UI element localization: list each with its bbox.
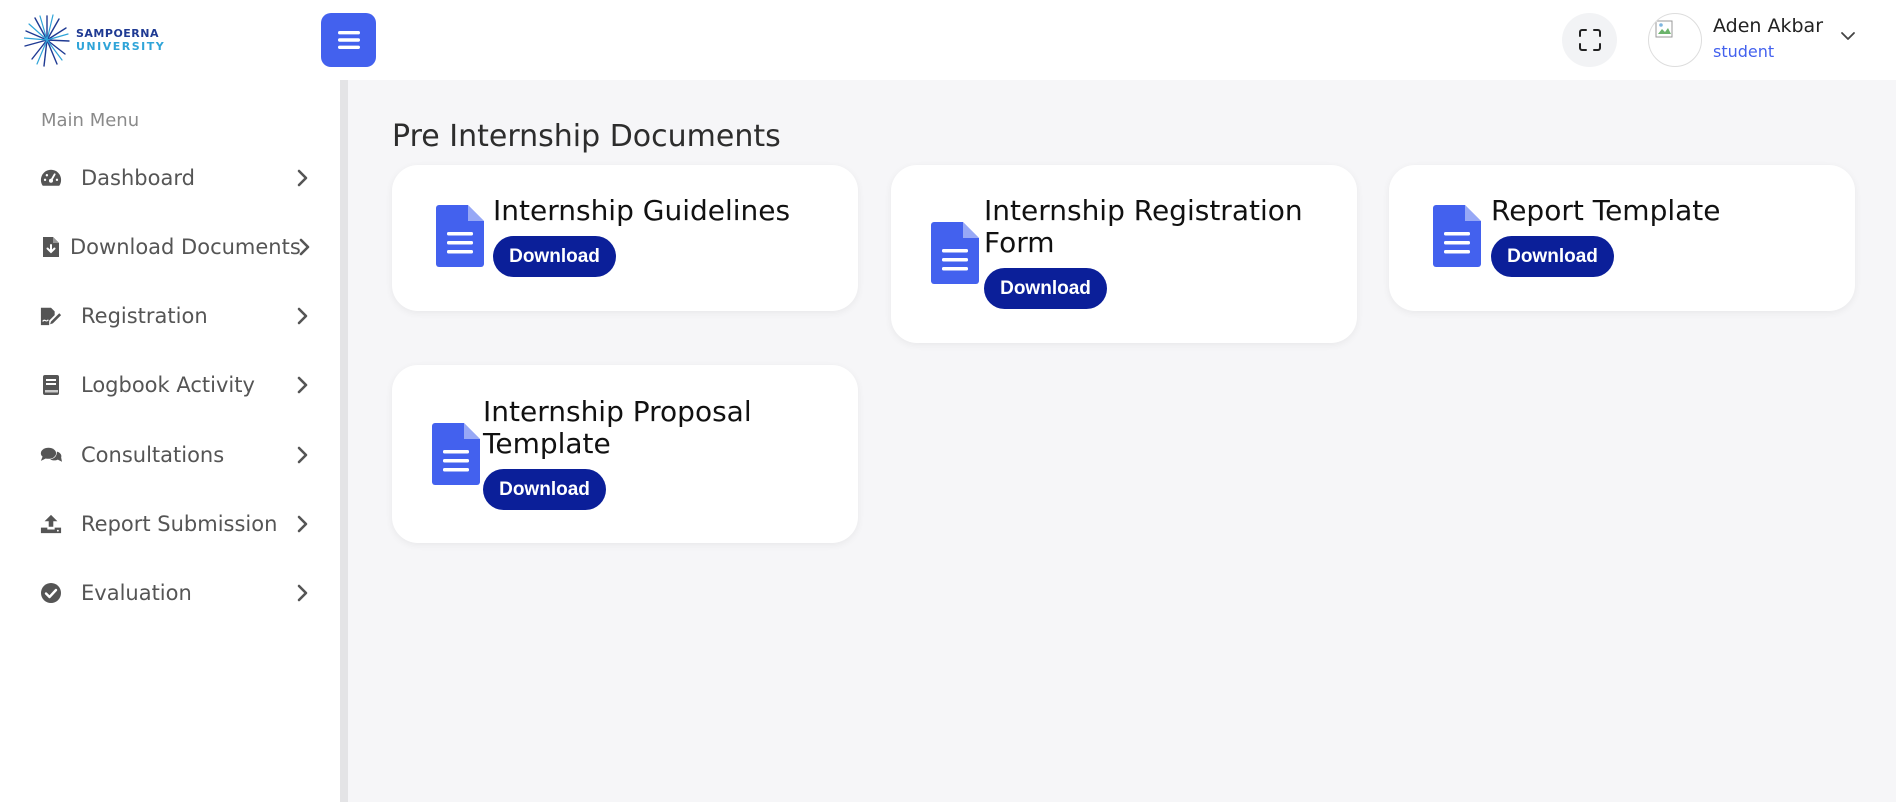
sidebar-item-download-documents[interactable]: Download Documents: [0, 225, 340, 269]
download-button[interactable]: Download: [483, 469, 606, 510]
chevron-right-icon: [297, 307, 308, 325]
chevron-right-icon: [297, 376, 308, 394]
upload-icon: [40, 513, 62, 535]
logo-line-1: SAMPOERNA: [76, 27, 159, 40]
chevron-right-icon: [297, 515, 308, 533]
download-button[interactable]: Download: [1491, 236, 1614, 277]
sidebar-item-report-submission[interactable]: Report Submission: [0, 502, 340, 546]
user-name[interactable]: Aden Akbar: [1713, 15, 1823, 37]
broken-image-icon: [1655, 20, 1673, 38]
document-icon: [432, 423, 480, 485]
download-button[interactable]: Download: [984, 268, 1107, 309]
download-button[interactable]: Download: [493, 236, 616, 277]
chevron-down-icon[interactable]: [1840, 30, 1856, 42]
book-icon: [40, 374, 62, 396]
top-header: SAMPOERNA UNIVERSITY Aden Akbar student: [0, 0, 1896, 80]
sidebar-item-registration[interactable]: Registration: [0, 294, 340, 338]
logo-burst-icon: [24, 14, 70, 67]
logo-line-2: UNIVERSITY: [76, 40, 166, 53]
sidebar-item-logbook-activity[interactable]: Logbook Activity: [0, 363, 340, 407]
document-card: Internship Registration Form Download: [891, 165, 1357, 343]
sidebar-item-consultations[interactable]: Consultations: [0, 433, 340, 477]
chevron-right-icon: [297, 446, 308, 464]
document-card: Internship Guidelines Download: [392, 165, 858, 311]
fullscreen-icon: [1578, 29, 1601, 51]
document-icon: [436, 205, 484, 267]
sidebar-item-evaluation[interactable]: Evaluation: [0, 571, 340, 615]
document-title: Report Template: [1491, 194, 1721, 227]
speedometer-icon: [40, 167, 62, 189]
document-card: Report Template Download: [1389, 165, 1855, 311]
chevron-right-icon: [299, 238, 310, 256]
document-title: Internship Proposal Template: [483, 395, 752, 460]
sidebar-item-label: Evaluation: [81, 581, 192, 605]
document-card: Internship Proposal Template Download: [392, 365, 858, 543]
chevron-right-icon: [297, 169, 308, 187]
sidebar-item-dashboard[interactable]: Dashboard: [0, 156, 340, 200]
university-logo[interactable]: SAMPOERNA UNIVERSITY: [24, 12, 165, 68]
chevron-right-icon: [297, 584, 308, 602]
fullscreen-button[interactable]: [1562, 13, 1617, 67]
file-download-icon: [40, 236, 62, 258]
document-title: Internship Registration Form: [984, 194, 1303, 259]
sidebar-toggle-button[interactable]: [321, 13, 376, 67]
document-title: Internship Guidelines: [493, 194, 791, 227]
document-icon: [931, 222, 979, 284]
sidebar-item-label: Registration: [81, 304, 208, 328]
main-menu-label: Main Menu: [41, 110, 140, 131]
sidebar-item-label: Dashboard: [81, 166, 195, 190]
hamburger-icon: [337, 31, 360, 49]
user-role: student: [1713, 42, 1775, 61]
document-icon: [1433, 205, 1481, 267]
page-title: Pre Internship Documents: [392, 119, 781, 154]
sidebar-scrollbar[interactable]: [340, 80, 348, 802]
signature-icon: [40, 305, 62, 327]
sidebar-item-label: Logbook Activity: [81, 373, 255, 397]
sidebar-item-label: Consultations: [81, 443, 225, 467]
sidebar-item-label: Report Submission: [81, 512, 278, 536]
check-circle-icon: [40, 582, 62, 604]
comments-icon: [40, 444, 62, 466]
avatar[interactable]: [1648, 13, 1702, 67]
sidebar-item-label: Download Documents: [70, 235, 301, 259]
